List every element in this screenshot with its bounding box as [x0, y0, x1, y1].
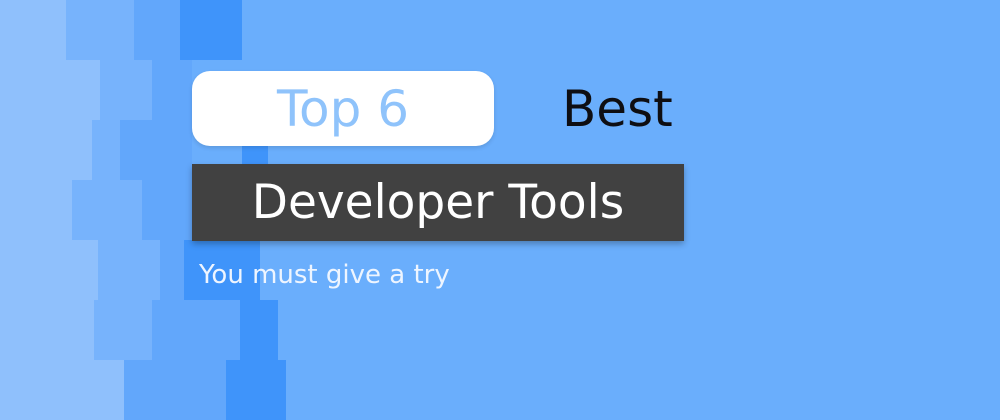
stripe-segment	[134, 0, 180, 60]
stripe-segment	[226, 360, 286, 420]
top-count-label: Top 6	[276, 79, 410, 138]
stripe-segment	[0, 0, 66, 60]
stripe-segment	[100, 60, 152, 120]
stripe-segment	[142, 180, 192, 240]
main-title-box: Developer Tools	[192, 164, 684, 241]
stripe-segment	[0, 60, 100, 120]
stripe-segment	[240, 300, 278, 360]
stripe-segment	[120, 120, 192, 180]
stripe-segment	[66, 0, 134, 60]
stripe-segment	[72, 180, 142, 240]
stripe-segment	[0, 360, 124, 420]
stripe-segment	[152, 300, 240, 360]
stripe-segment	[0, 180, 72, 240]
stripe-segment	[180, 0, 242, 60]
main-title: Developer Tools	[251, 175, 625, 230]
stripe-segment	[94, 300, 152, 360]
stripe-segment	[0, 300, 94, 360]
top-count-badge: Top 6	[192, 71, 494, 146]
subtitle: You must give a try	[199, 260, 450, 290]
stripe-segment	[98, 240, 160, 300]
stripe-segment	[152, 60, 192, 120]
stripe-segment	[92, 120, 120, 180]
stripe-segment	[0, 120, 92, 180]
stripe-segment	[0, 240, 98, 300]
stripe-segment	[124, 360, 226, 420]
best-label: Best	[562, 80, 673, 138]
hero-banner: Top 6 Best Developer Tools You must give…	[0, 0, 1000, 420]
stripe-segment	[160, 240, 184, 300]
